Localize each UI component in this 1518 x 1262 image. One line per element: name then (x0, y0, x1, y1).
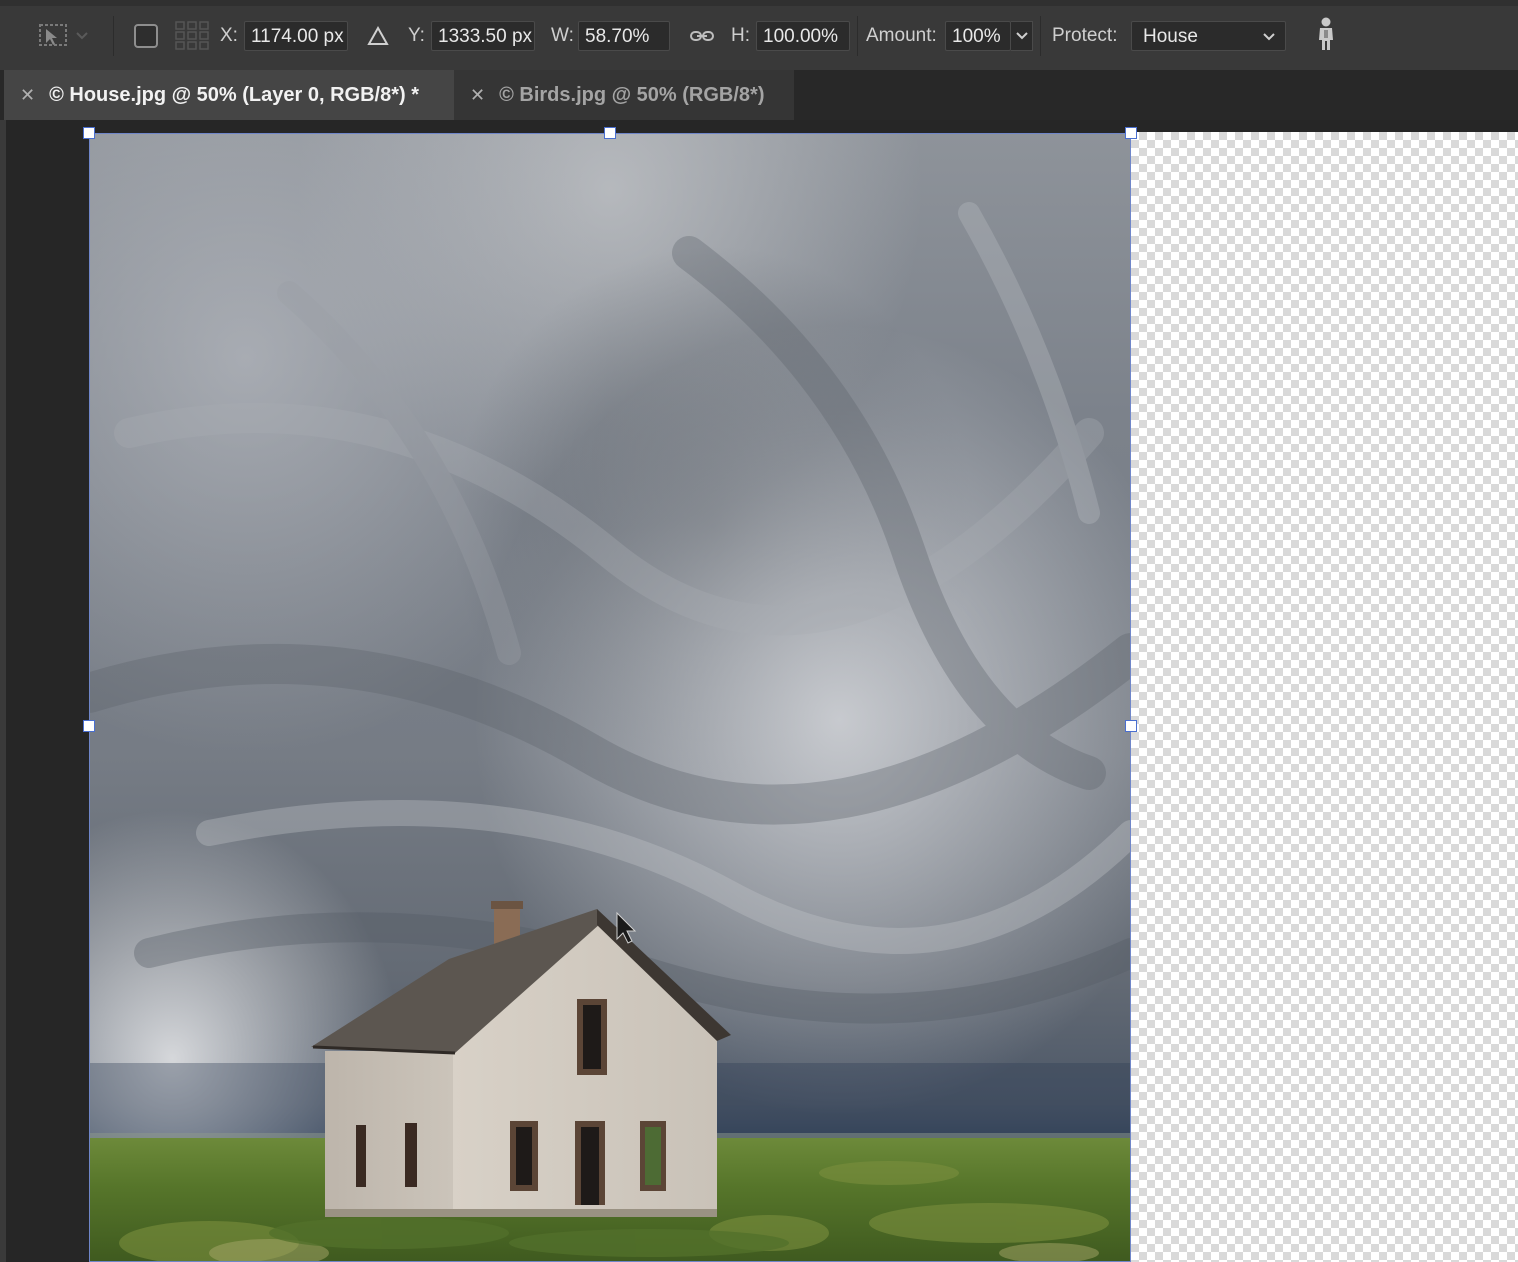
y-field[interactable]: 1333.50 px (431, 21, 535, 51)
tool-preset-picker[interactable] (36, 20, 90, 52)
tab-house[interactable]: ✕ © House.jpg @ 50% (Layer 0, RGB/8*) * (4, 70, 454, 120)
divider (857, 16, 858, 56)
close-icon[interactable]: ✕ (20, 85, 35, 106)
amount-dropdown-button[interactable] (1011, 21, 1033, 51)
tab-label: © House.jpg @ 50% (Layer 0, RGB/8*) * (49, 83, 419, 106)
transform-handle-top-left[interactable] (83, 127, 95, 139)
divider (1040, 16, 1041, 56)
options-bar: X: 1174.00 px Y: 1333.50 px W: 58.70% H:… (0, 0, 1518, 71)
document-tab-bar: ✕ © House.jpg @ 50% (Layer 0, RGB/8*) * … (0, 70, 1518, 120)
house-photo (89, 133, 1131, 1262)
relative-position-button[interactable] (366, 20, 390, 52)
transparent-canvas-region[interactable] (1131, 132, 1518, 1262)
protect-select-value: House (1143, 26, 1198, 47)
chevron-down-icon (1015, 32, 1028, 40)
house-photo-layer[interactable] (89, 133, 1131, 1262)
menu-bar-edge (0, 0, 1518, 6)
canvas-area[interactable] (0, 120, 1518, 1262)
reference-point-icon (39, 24, 67, 46)
amount-label: Amount: (866, 25, 937, 46)
divider (113, 16, 114, 56)
transform-handle-top-right[interactable] (1125, 127, 1137, 139)
transform-handle-middle-left[interactable] (83, 720, 95, 732)
protect-skin-tones-button[interactable] (1314, 17, 1338, 50)
protect-select[interactable]: House (1131, 21, 1286, 51)
x-label: X: (220, 25, 238, 46)
amount-field[interactable]: 100% (945, 21, 1011, 51)
y-label: Y: (408, 25, 425, 46)
delta-icon (367, 25, 389, 45)
h-label: H: (731, 25, 750, 46)
width-field[interactable]: 58.70% (578, 21, 670, 51)
chevron-down-icon (1263, 33, 1275, 41)
checkbox-icon (134, 24, 158, 48)
chevron-down-icon (76, 32, 88, 40)
transform-handle-middle-right[interactable] (1125, 720, 1137, 732)
w-label: W: (551, 25, 574, 46)
canvas-edge (0, 120, 6, 1262)
link-icon (690, 31, 714, 41)
skin-tone-person-icon (1319, 17, 1333, 50)
protect-label: Protect: (1052, 25, 1118, 46)
maintain-aspect-ratio-button[interactable] (689, 20, 715, 52)
x-field[interactable]: 1174.00 px (244, 21, 348, 51)
tab-label: © Birds.jpg @ 50% (RGB/8*) (499, 83, 765, 106)
reference-point-locator[interactable] (174, 20, 210, 52)
close-icon[interactable]: ✕ (470, 85, 485, 106)
reference-point-checkbox[interactable] (133, 20, 159, 52)
reference-point-toggle-icon (175, 21, 209, 50)
tab-birds[interactable]: ✕ © Birds.jpg @ 50% (RGB/8*) (454, 70, 794, 120)
height-field[interactable]: 100.00% (756, 21, 850, 51)
transform-handle-top-center[interactable] (604, 127, 616, 139)
